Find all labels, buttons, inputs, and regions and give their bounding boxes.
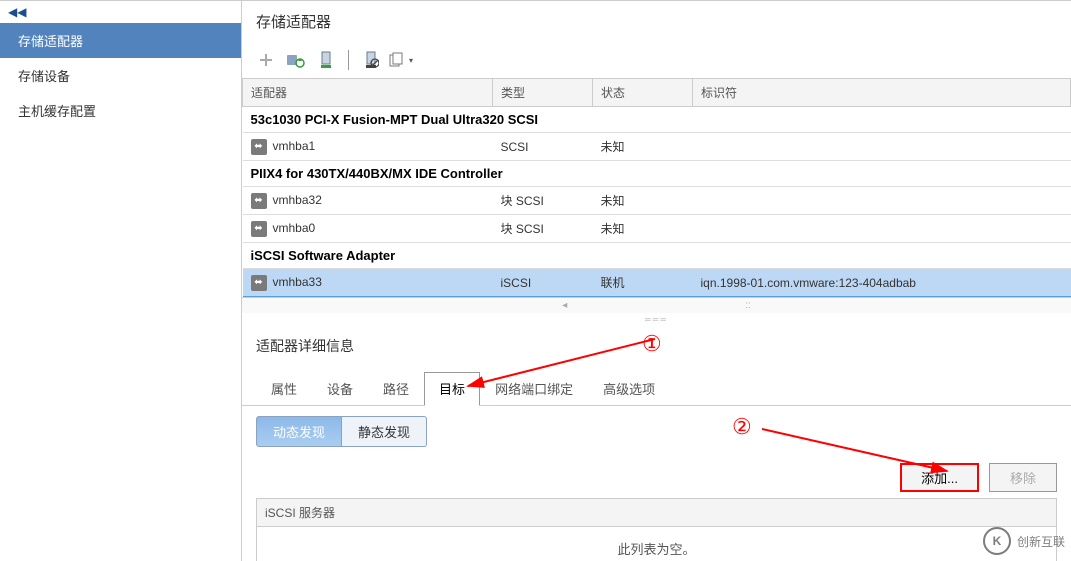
page-title: 存储适配器	[242, 1, 1071, 42]
host-disabled-icon	[363, 51, 379, 69]
col-status[interactable]: 状态	[593, 79, 693, 107]
tab-network-port-binding[interactable]: 网络端口绑定	[480, 372, 588, 405]
tab-targets[interactable]: 目标	[424, 372, 480, 406]
add-button[interactable]: 添加...	[900, 463, 979, 492]
copy-button[interactable]: ▾	[387, 48, 415, 72]
watermark-icon: K	[983, 527, 1011, 555]
col-adapter[interactable]: 适配器	[243, 79, 493, 107]
refresh-adapter-button[interactable]	[282, 48, 310, 72]
col-identifier[interactable]: 标识符	[693, 79, 1071, 107]
watermark: K 创新互联	[983, 527, 1065, 555]
group-header: 53c1030 PCI-X Fusion-MPT Dual Ultra320 S…	[243, 107, 1071, 133]
adapter-icon: ⬌	[251, 139, 267, 155]
sidebar-item-storage-adapters[interactable]: 存储适配器	[0, 23, 241, 58]
rescan-adapter-button[interactable]	[312, 48, 340, 72]
table-row[interactable]: ⬌vmhba1 SCSI 未知	[243, 133, 1071, 161]
details-title: 适配器详细信息	[242, 326, 1071, 366]
group-header: PIIX4 for 430TX/440BX/MX IDE Controller	[243, 161, 1071, 187]
adapters-table: 适配器 类型 状态 标识符 53c1030 PCI-X Fusion-MPT D…	[242, 78, 1071, 297]
table-row[interactable]: ⬌vmhba33 iSCSI 联机 iqn.1998-01.com.vmware…	[243, 269, 1071, 297]
adapter-icon: ⬌	[251, 193, 267, 209]
table-row[interactable]: ⬌vmhba0 块 SCSI 未知	[243, 215, 1071, 243]
adapter-settings-button[interactable]	[357, 48, 385, 72]
storage-refresh-icon	[286, 52, 306, 68]
tab-paths[interactable]: 路径	[368, 372, 424, 405]
discovery-toggle: 动态发现 静态发现	[242, 406, 1071, 457]
dynamic-discovery-button[interactable]: 动态发现	[256, 416, 342, 447]
copy-icon	[389, 52, 409, 68]
iscsi-servers-header[interactable]: iSCSI 服务器	[257, 499, 1056, 527]
tab-devices[interactable]: 设备	[312, 372, 368, 405]
adapter-icon: ⬌	[251, 275, 267, 291]
collapse-sidebar-button[interactable]: ◀◀	[0, 1, 241, 23]
col-type[interactable]: 类型	[493, 79, 593, 107]
host-icon	[318, 51, 334, 69]
splitter-handle[interactable]: ═══	[242, 313, 1071, 326]
tabs-bar: 属性 设备 路径 目标 网络端口绑定 高级选项	[242, 366, 1071, 406]
group-header: iSCSI Software Adapter	[243, 243, 1071, 269]
empty-list-message: 此列表为空。	[257, 527, 1056, 561]
plus-icon	[258, 52, 274, 68]
action-bar: 添加... 移除	[242, 457, 1071, 498]
toolbar-divider	[348, 50, 349, 70]
tab-advanced-options[interactable]: 高级选项	[588, 372, 670, 405]
remove-button[interactable]: 移除	[989, 463, 1057, 492]
static-discovery-button[interactable]: 静态发现	[342, 416, 427, 447]
tab-properties[interactable]: 属性	[256, 372, 312, 405]
scroll-indicator[interactable]: ◂ ::	[242, 297, 1071, 313]
iscsi-servers-table: iSCSI 服务器 此列表为空。	[256, 498, 1057, 561]
adapter-icon: ⬌	[251, 221, 267, 237]
table-row[interactable]: ⬌vmhba32 块 SCSI 未知	[243, 187, 1071, 215]
toolbar: ▾	[242, 42, 1071, 78]
sidebar-item-host-cache-config[interactable]: 主机缓存配置	[0, 93, 241, 128]
add-adapter-button[interactable]	[252, 48, 280, 72]
sidebar-item-storage-devices[interactable]: 存储设备	[0, 58, 241, 93]
sidebar: ◀◀ 存储适配器 存储设备 主机缓存配置	[0, 1, 242, 561]
main-content: 存储适配器	[242, 1, 1071, 561]
